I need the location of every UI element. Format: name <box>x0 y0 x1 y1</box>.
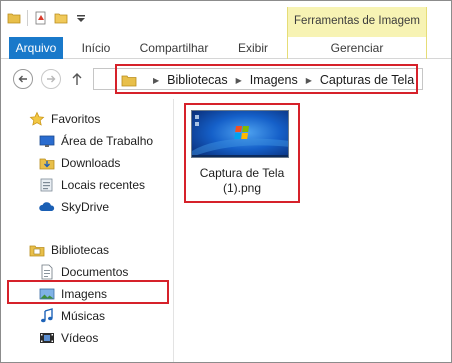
nav-group-label: Bibliotecas <box>51 243 110 257</box>
nav-group-bibliotecas[interactable]: Bibliotecas <box>29 242 109 258</box>
nav-item-label: Downloads <box>61 156 121 170</box>
tab-compartilhar[interactable]: Compartilhar <box>131 37 217 59</box>
file-thumbnail[interactable] <box>191 110 289 158</box>
breadcrumb-item-capturas[interactable]: Capturas de Tela <box>320 73 414 87</box>
downloads-icon <box>39 158 55 170</box>
nav-item-label: Área de Trabalho <box>61 134 154 148</box>
nav-item-label: Músicas <box>61 309 106 323</box>
documents-icon <box>41 264 53 280</box>
nav-item-label: SkyDrive <box>61 200 110 214</box>
nav-item-skydrive[interactable]: SkyDrive <box>39 199 109 215</box>
navigation-pane: Favoritos Área de Trabalho Downloads Loc… <box>1 99 173 362</box>
toolbar-separator <box>27 10 28 26</box>
contextual-tab-header-label: Ferramentas de Imagem <box>294 15 420 27</box>
tab-gerenciar[interactable]: Gerenciar <box>287 37 427 59</box>
nav-item-area-de-trabalho[interactable]: Área de Trabalho <box>39 133 153 149</box>
selected-item-highlight <box>7 280 169 304</box>
skydrive-icon <box>39 202 55 211</box>
breadcrumb-separator-icon: ▶ <box>305 75 312 85</box>
nav-group-favoritos[interactable]: Favoritos <box>29 111 100 127</box>
file-name-line-1: Captura de Tela <box>199 166 285 180</box>
nav-item-locais-recentes[interactable]: Locais recentes <box>39 177 145 193</box>
recent-places-icon <box>40 178 53 192</box>
contextual-tab-header: Ferramentas de Imagem <box>287 7 427 37</box>
navigation-bar: ▶ Bibliotecas ▶ Imagens ▶ Capturas de Te… <box>1 59 451 99</box>
forward-button[interactable] <box>41 69 61 89</box>
folder-icon <box>121 75 137 86</box>
star-icon <box>29 111 45 126</box>
new-folder-icon[interactable] <box>54 11 68 25</box>
libraries-icon <box>29 245 45 257</box>
folder-icon <box>7 13 21 24</box>
up-arrow-icon[interactable] <box>71 71 83 87</box>
back-arrow-icon <box>18 75 27 83</box>
desktop-icon <box>39 135 55 147</box>
videos-icon <box>40 333 54 343</box>
desktop-screenshot-thumbnail <box>192 111 288 157</box>
nav-group-label: Favoritos <box>51 112 101 126</box>
nav-item-label: Vídeos <box>61 331 99 345</box>
tab-exibir[interactable]: Exibir <box>227 37 279 59</box>
nav-item-videos[interactable]: Vídeos <box>39 330 98 346</box>
nav-item-documentos[interactable]: Documentos <box>39 264 128 280</box>
nav-item-musicas[interactable]: Músicas <box>39 308 105 324</box>
forward-arrow-icon <box>47 75 56 83</box>
properties-icon[interactable] <box>34 11 48 25</box>
music-icon <box>41 308 53 323</box>
customize-toolbar-icon[interactable] <box>74 11 88 25</box>
file-name-line-2: (1).png <box>222 181 262 195</box>
breadcrumb-separator-icon: ▶ <box>235 75 242 85</box>
file-name[interactable]: Captura de Tela (1).png <box>187 166 297 196</box>
breadcrumb-item-imagens[interactable]: Imagens <box>250 73 298 87</box>
title-bar: Ferramentas de Imagem <box>1 1 451 37</box>
nav-item-label: Locais recentes <box>61 178 146 192</box>
breadcrumb-separator-icon: ▶ <box>153 75 160 85</box>
tab-inicio[interactable]: Início <box>71 37 121 59</box>
nav-item-label: Documentos <box>61 265 129 279</box>
nav-item-downloads[interactable]: Downloads <box>39 155 120 171</box>
quick-access-toolbar <box>7 10 88 26</box>
back-button[interactable] <box>13 69 33 89</box>
ribbon-tabs: Arquivo Início Compartilhar Exibir Geren… <box>1 37 451 59</box>
pane-divider <box>173 99 174 362</box>
tab-arquivo[interactable]: Arquivo <box>9 37 63 59</box>
breadcrumb: ▶ Bibliotecas ▶ Imagens ▶ Capturas de Te… <box>121 73 414 87</box>
explorer-window: Ferramentas de Imagem Arquivo Início Com… <box>0 0 452 363</box>
breadcrumb-item-bibliotecas[interactable]: Bibliotecas <box>167 73 227 87</box>
